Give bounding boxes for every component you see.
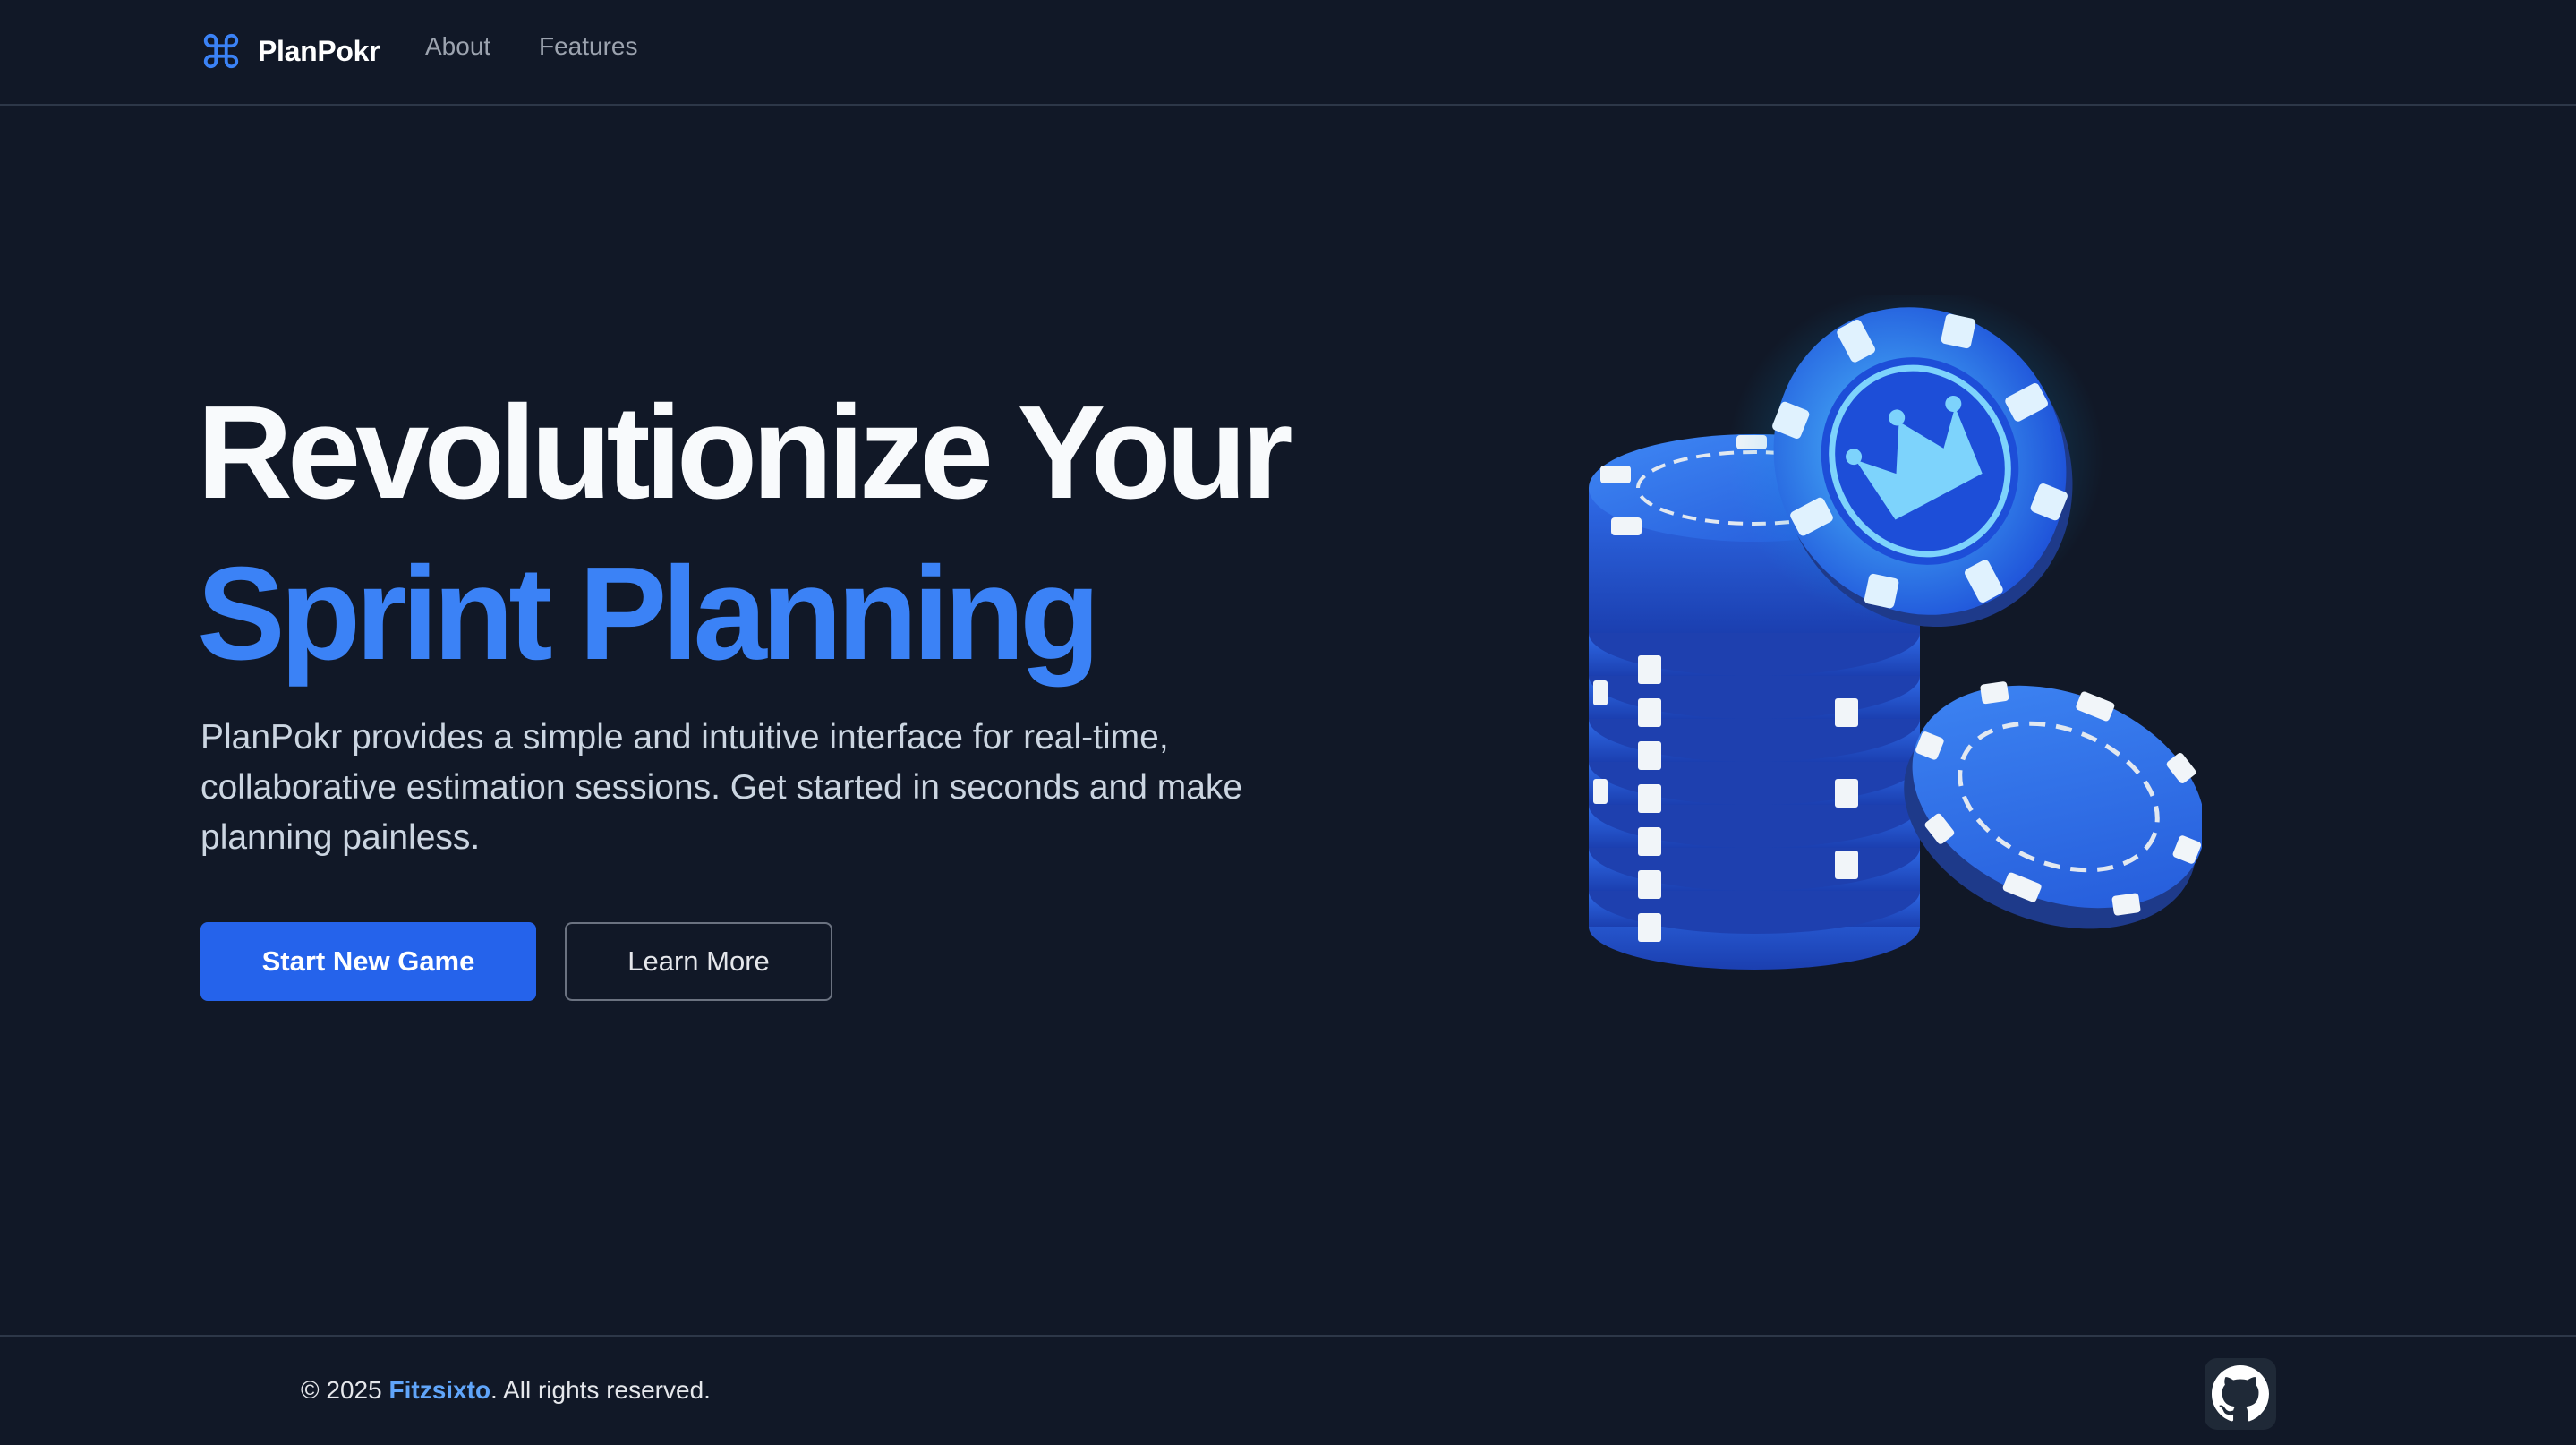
brand-link[interactable]: PlanPokr [200,27,380,75]
learn-more-button[interactable]: Learn More [565,922,832,1001]
nav-link-about[interactable]: About [425,32,490,61]
command-icon [203,33,239,69]
hero-title-line2: Sprint Planning [197,540,1101,688]
copyright-prefix: © 2025 [301,1376,389,1404]
site-footer: © 2025 Fitzsixto. All rights reserved. [0,1335,2576,1445]
github-icon [2212,1365,2269,1422]
github-link[interactable] [2205,1358,2276,1430]
author-link[interactable]: Fitzsixto [388,1376,490,1404]
start-new-game-button[interactable]: Start New Game [200,922,536,1001]
copyright-text: © 2025 Fitzsixto. All rights reserved. [301,1376,711,1405]
hero-title-line1: Revolutionize Your [197,379,1293,526]
nav-link-features[interactable]: Features [539,32,638,61]
hero-description: PlanPokr provides a simple and intuitive… [200,718,1243,857]
site-header: PlanPokr About Features [0,0,2576,106]
copyright-suffix: . All rights reserved. [490,1376,711,1404]
brand-name: PlanPokr [258,34,380,67]
poker-chips-illustration [1589,295,2202,970]
